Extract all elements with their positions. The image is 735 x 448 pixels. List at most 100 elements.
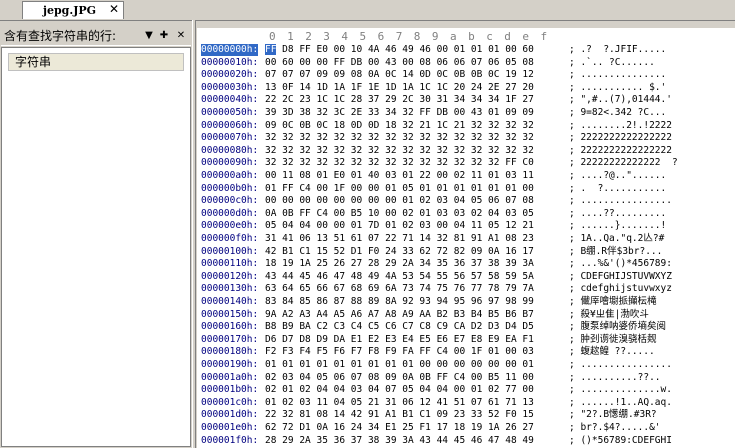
row-bytes[interactable]: 00 00 00 00 00 00 00 00 01 02 03 04 05 0… [265,195,534,207]
row-ascii[interactable]: ; ............... [569,69,666,81]
row-bytes[interactable]: 00 60 00 00 FF DB 00 43 00 08 06 06 07 0… [265,57,534,69]
hex-row[interactable]: 00000190h: 01 01 01 01 01 01 01 01 01 00 … [197,359,735,371]
row-ascii[interactable]: ; B绷.R伴$3br?... [569,246,662,258]
tab-jepg-jpg[interactable]: jepg.JPG ✕ [22,1,124,19]
row-bytes[interactable]: 32 32 32 32 32 32 32 32 32 32 32 32 32 3… [265,157,534,169]
row-bytes[interactable]: 9A A2 A3 A4 A5 A6 A7 A8 A9 AA B2 B3 B4 B… [265,309,534,321]
column-header-string[interactable]: 字符串 [8,53,184,71]
row-bytes[interactable]: 42 B1 C1 15 52 D1 F0 24 33 62 72 82 09 0… [265,246,534,258]
row-bytes[interactable]: 43 44 45 46 47 48 49 4A 53 54 55 56 57 5… [265,271,534,283]
row-ascii[interactable]: ; br?.$4?.....&' [569,422,661,434]
row-bytes[interactable]: 32 32 32 32 32 32 32 32 32 32 32 32 32 3… [265,132,534,144]
hex-row[interactable]: 000001f0h: 28 29 2A 35 36 37 38 39 3A 43 … [197,435,735,447]
row-bytes[interactable]: 62 72 D1 0A 16 24 34 E1 25 F1 17 18 19 1… [265,422,534,434]
close-icon[interactable]: ✕ [175,29,187,43]
hex-row[interactable]: 00000090h: 32 32 32 32 32 32 32 32 32 32 … [197,157,735,169]
selected-byte[interactable]: FF [265,44,277,55]
row-ascii[interactable]: ; ........... $.' [569,82,666,94]
row-ascii[interactable]: ; 蝮趑鳇 ??..... [569,346,655,358]
hex-editor-view[interactable]: 0123456789abcdef 00000000h: FF D8 FF E0 0… [197,28,735,448]
dropdown-icon[interactable]: ▼ [143,29,155,43]
row-ascii[interactable]: ; ..............w. [569,384,672,396]
hex-row[interactable]: 00000070h: 32 32 32 32 32 32 32 32 32 32 … [197,132,735,144]
row-ascii[interactable]: ; 2222222222222222 [569,132,672,144]
row-ascii[interactable]: ; 儎厗噲墛挀攧枟槞 [569,296,656,308]
hex-row[interactable]: 00000140h: 83 84 85 86 87 88 89 8A 92 93 … [197,296,735,308]
row-ascii[interactable]: ; "2?.B憽绷.#3R? [569,409,657,421]
row-ascii[interactable]: ; . ?........... [569,183,666,195]
close-icon[interactable]: ✕ [109,1,119,18]
row-bytes[interactable]: 13 0F 14 1D 1A 1F 1E 1D 1A 1C 1C 20 24 2… [265,82,534,94]
row-ascii[interactable]: ; ",#..(7),01444.' [569,94,672,106]
row-ascii[interactable]: ; ................ [569,195,672,207]
row-ascii[interactable]: ; .`.. ?C...... [569,57,655,69]
row-ascii[interactable]: ; 1A..Qa."q.2亾?# [569,233,664,245]
hex-row[interactable]: 000001a0h: 02 03 04 05 06 07 08 09 0A 0B … [197,372,735,384]
hex-row[interactable]: 00000160h: B8 B9 BA C2 C3 C4 C5 C6 C7 C8 … [197,321,735,333]
row-bytes[interactable]: 01 02 03 11 04 05 21 31 06 12 41 51 07 6… [265,397,534,409]
row-bytes[interactable]: 09 0C 0B 0C 18 0D 0D 18 32 21 1C 21 32 3… [265,120,534,132]
hex-row[interactable]: 000000e0h: 05 04 04 00 00 01 7D 01 02 03 … [197,220,735,232]
hex-row[interactable]: 000001c0h: 01 02 03 11 04 05 21 31 06 12 … [197,397,735,409]
row-bytes[interactable]: 05 04 04 00 00 01 7D 01 02 03 00 04 11 0… [265,220,534,232]
panel-splitter[interactable] [192,20,196,448]
row-ascii[interactable]: ; ....??......... [569,208,666,220]
row-bytes[interactable]: 18 19 1A 25 26 27 28 29 2A 34 35 36 37 3… [265,258,534,270]
row-ascii[interactable]: ; 腹泵绰呐婆侨墒矣阅 [569,321,666,333]
row-ascii[interactable]: ; ...%&'()*456789: [569,258,672,270]
hex-row[interactable]: 000000d0h: 0A 0B FF C4 00 B5 10 00 02 01 … [197,208,735,220]
row-ascii[interactable]: ; ()*56789:CDEFGHI [569,435,672,447]
hex-row[interactable]: 000000f0h: 31 41 06 13 51 61 07 22 71 14 … [197,233,735,245]
hex-row[interactable]: 00000150h: 9A A2 A3 A4 A5 A6 A7 A8 A9 AA … [197,309,735,321]
row-ascii[interactable]: ; ................ [569,359,672,371]
row-bytes[interactable]: 02 01 02 04 04 03 04 07 05 04 04 00 01 0… [265,384,534,396]
row-bytes[interactable]: 22 2C 23 1C 1C 28 37 29 2C 30 31 34 34 3… [265,94,534,106]
hex-row[interactable]: 00000170h: D6 D7 D8 D9 DA E1 E2 E3 E4 E5 … [197,334,735,346]
row-bytes[interactable]: 22 32 81 08 14 42 91 A1 B1 C1 09 23 33 5… [265,409,534,421]
row-ascii[interactable]: ; 2222222222222222 [569,145,672,157]
row-bytes[interactable]: 28 29 2A 35 36 37 38 39 3A 43 44 45 46 4… [265,435,534,447]
row-bytes[interactable]: B8 B9 BA C2 C3 C4 C5 C6 C7 C8 C9 CA D2 D… [265,321,534,333]
hex-row[interactable]: 00000180h: F2 F3 F4 F5 F6 F7 F8 F9 FA FF … [197,346,735,358]
row-bytes[interactable]: 31 41 06 13 51 61 07 22 71 14 32 81 91 A… [265,233,534,245]
row-bytes[interactable]: 01 01 01 01 01 01 01 01 01 00 00 00 00 0… [265,359,534,371]
hex-row[interactable]: 00000010h: 00 60 00 00 FF DB 00 43 00 08 … [197,57,735,69]
row-ascii[interactable]: ; ......!1..AQ.aq. [569,397,672,409]
row-ascii[interactable]: ; cdefghijstuvwxyz [569,283,672,295]
hex-row[interactable]: 00000040h: 22 2C 23 1C 1C 28 37 29 2C 30 … [197,94,735,106]
row-ascii[interactable]: ; ..........??.. [569,372,661,384]
hex-row[interactable]: 000000b0h: 01 FF C4 00 1F 00 00 01 05 01 … [197,183,735,195]
pin-icon[interactable]: ✚ [158,29,170,43]
row-bytes[interactable]: 83 84 85 86 87 88 89 8A 92 93 94 95 96 9… [265,296,534,308]
row-bytes[interactable]: 63 64 65 66 67 68 69 6A 73 74 75 76 77 7… [265,283,534,295]
row-bytes[interactable]: 00 11 08 01 E0 01 40 03 01 22 00 02 11 0… [265,170,534,182]
row-ascii[interactable]: ; 殺¥ㄓ隹|渤吹斗 [569,309,649,321]
hex-row[interactable]: 00000030h: 13 0F 14 1D 1A 1F 1E 1D 1A 1C … [197,82,735,94]
row-ascii[interactable]: ; 22222222222222 ? [569,157,678,169]
hex-row[interactable]: 00000060h: 09 0C 0B 0C 18 0D 0D 18 32 21 … [197,120,735,132]
row-bytes[interactable]: 01 FF C4 00 1F 00 00 01 05 01 01 01 01 0… [265,183,534,195]
row-bytes[interactable]: 07 07 07 09 09 08 0A 0C 14 0D 0C 0B 0B 0… [265,69,534,81]
hex-row[interactable]: 00000050h: 39 3D 38 32 3C 2E 33 34 32 FF … [197,107,735,119]
row-ascii[interactable]: ; ........2!.!2222 [569,120,672,132]
hex-row[interactable]: 00000130h: 63 64 65 66 67 68 69 6A 73 74 … [197,283,735,295]
row-ascii[interactable]: ; ....?@.."...... [569,170,666,182]
hex-row[interactable]: 00000080h: 32 32 32 32 32 32 32 32 32 32 … [197,145,735,157]
hex-row[interactable]: 00000120h: 43 44 45 46 47 48 49 4A 53 54 … [197,271,735,283]
hex-row[interactable]: 000000a0h: 00 11 08 01 E0 01 40 03 01 22 … [197,170,735,182]
hex-row[interactable]: 000001e0h: 62 72 D1 0A 16 24 34 E1 25 F1 … [197,422,735,434]
row-bytes[interactable]: 0A 0B FF C4 00 B5 10 00 02 01 03 03 02 0… [265,208,534,220]
row-bytes[interactable]: F2 F3 F4 F5 F6 F7 F8 F9 FA FF C4 00 1F 0… [265,346,534,358]
hex-row[interactable]: 000001b0h: 02 01 02 04 04 03 04 07 05 04 … [197,384,735,396]
row-bytes[interactable]: FF D8 FF E0 00 10 4A 46 49 46 00 01 01 0… [265,44,534,56]
hex-row[interactable]: 00000000h: FF D8 FF E0 00 10 4A 46 49 46 … [197,44,735,56]
hex-row[interactable]: 000001d0h: 22 32 81 08 14 42 91 A1 B1 C1 … [197,409,735,421]
hex-row[interactable]: 00000100h: 42 B1 C1 15 52 D1 F0 24 33 62 … [197,246,735,258]
row-ascii[interactable]: ; 9=82<.342 ?C... [569,107,666,119]
hex-row[interactable]: 000000c0h: 00 00 00 00 00 00 00 00 01 02 … [197,195,735,207]
row-ascii[interactable]: ; 肿刭谫徙溴骁栝觌 [569,334,656,346]
row-bytes[interactable]: 32 32 32 32 32 32 32 32 32 32 32 32 32 3… [265,145,534,157]
row-ascii[interactable]: ; CDEFGHIJSTUVWXYZ [569,271,672,283]
row-bytes[interactable]: 02 03 04 05 06 07 08 09 0A 0B FF C4 00 B… [265,372,534,384]
hex-row[interactable]: 00000110h: 18 19 1A 25 26 27 28 29 2A 34 … [197,258,735,270]
